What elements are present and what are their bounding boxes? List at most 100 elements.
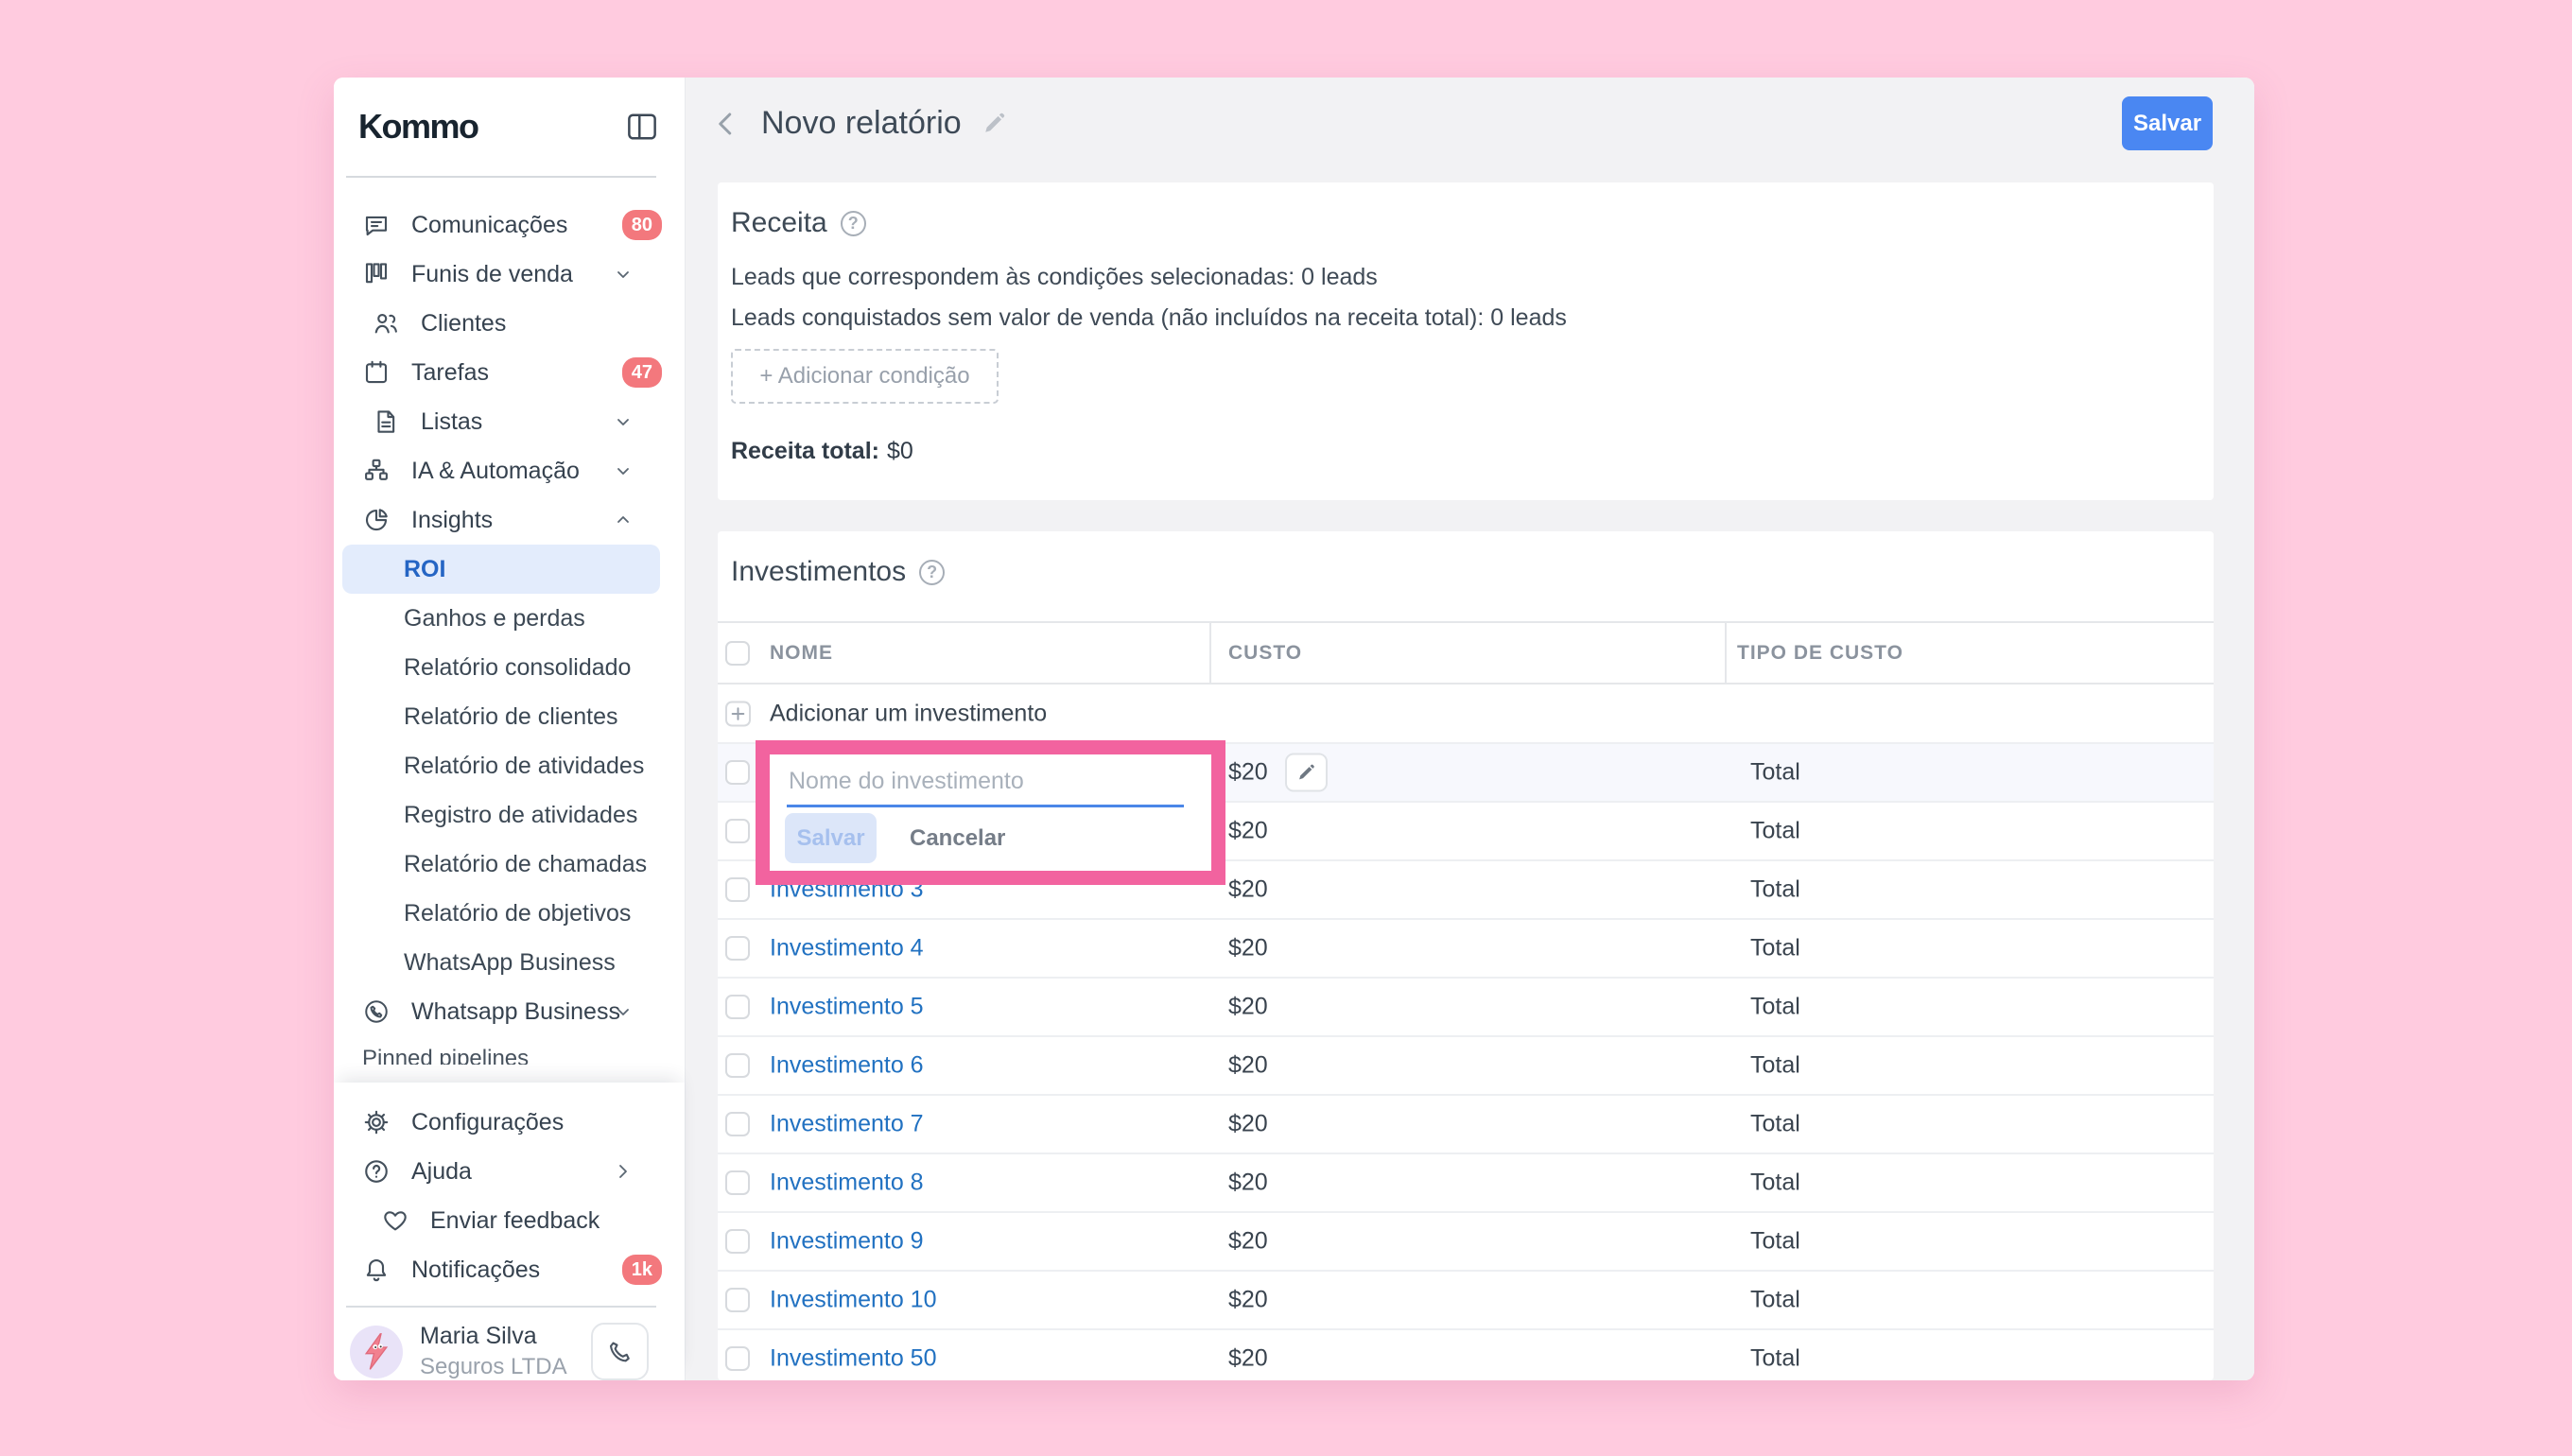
add-condition-button[interactable]: + Adicionar condição [731, 349, 999, 404]
sidebar-item-enviar-feedback[interactable]: Enviar feedback [334, 1196, 685, 1245]
sidebar-item-configuracoes[interactable]: Configurações [334, 1098, 685, 1147]
row-checkbox[interactable] [725, 877, 750, 902]
investment-name-link[interactable]: Investimento 4 [770, 935, 924, 962]
table-row: Investimento 7 $20 Total [718, 1096, 2214, 1154]
edit-cost-pencil-icon[interactable] [1285, 754, 1328, 792]
sidebar-item-notificacoes[interactable]: Notificações 1k [334, 1245, 685, 1294]
row-checkbox[interactable] [725, 1346, 750, 1371]
add-investment-label: Adicionar um investimento [770, 700, 1047, 727]
chevron-right-icon [609, 1157, 637, 1186]
investment-cost-type: Total [1750, 1287, 1800, 1314]
investimentos-section: Investimentos ? NOME CUSTO TIPO DE CUSTO… [718, 531, 2214, 1380]
sidebar-item-label: Comunicações [411, 212, 567, 239]
app-window: Kommo Comunicações 80 [334, 78, 2254, 1380]
insights-submenu: ROI Ganhos e perdas Relatório consolidad… [334, 545, 685, 987]
tasks-badge: 47 [622, 357, 662, 388]
edit-title-pencil-icon[interactable] [981, 111, 1007, 137]
column-header-tipo-de-custo: TIPO DE CUSTO [1737, 642, 1903, 665]
sidebar-item-funis-de-venda[interactable]: Funis de venda [334, 250, 685, 299]
sidebar-subitem-relatorio-consolidado[interactable]: Relatório consolidado [334, 643, 685, 692]
users-icon [372, 309, 400, 338]
investment-cost: $20 [1228, 818, 1268, 845]
row-checkbox[interactable] [725, 1288, 750, 1312]
sidebar-subitem-whatsapp-business[interactable]: WhatsApp Business [334, 938, 685, 987]
row-checkbox[interactable] [725, 1112, 750, 1136]
sidebar-item-label: Ajuda [411, 1158, 472, 1186]
row-checkbox[interactable] [725, 936, 750, 961]
sidebar-subitem-registro-de-atividades[interactable]: Registro de atividades [334, 790, 685, 840]
row-checkbox[interactable] [725, 1053, 750, 1078]
sidebar-item-listas[interactable]: Listas [334, 397, 685, 446]
investment-cost: $20 [1228, 1052, 1268, 1080]
receita-total-value: $0 [887, 438, 913, 464]
sidebar-item-comunicacoes[interactable]: Comunicações 80 [334, 200, 685, 250]
popup-cancel-button[interactable]: Cancelar [910, 813, 1005, 863]
investment-cost: $20 [1228, 935, 1268, 962]
annotation-highlight-box: Salvar Cancelar [756, 740, 1225, 885]
investment-name-link[interactable]: Investimento 50 [770, 1345, 937, 1373]
investment-name-input[interactable] [787, 762, 1184, 807]
investment-cost: $20 [1228, 759, 1268, 787]
investimentos-help-icon[interactable]: ? [919, 560, 945, 585]
investment-cost-type: Total [1750, 935, 1800, 962]
investment-name-link[interactable]: Investimento 9 [770, 1228, 924, 1256]
user-info: Maria Silva Seguros LTDA [420, 1323, 591, 1380]
chevron-down-icon [609, 407, 637, 436]
help-circle-icon [362, 1157, 391, 1186]
sidebar-subitem-relatorio-de-objetivos[interactable]: Relatório de objetivos [334, 889, 685, 938]
save-report-button[interactable]: Salvar [2122, 96, 2213, 150]
popup-save-button[interactable]: Salvar [785, 813, 877, 863]
sidebar-subitem-ganhos-e-perdas[interactable]: Ganhos e perdas [334, 594, 685, 643]
investment-cost-type: Total [1750, 1052, 1800, 1080]
investment-cost-type: Total [1750, 994, 1800, 1021]
back-icon[interactable] [714, 110, 739, 138]
receita-total-label: Receita total: [731, 438, 879, 464]
select-all-checkbox[interactable] [725, 641, 750, 666]
sidebar-item-label: Notificações [411, 1257, 540, 1284]
investment-name-link[interactable]: Investimento 8 [770, 1170, 924, 1197]
pie-chart-icon [362, 506, 391, 534]
investment-name-link[interactable]: Investimento 7 [770, 1111, 924, 1138]
investment-cost: $20 [1228, 1345, 1268, 1373]
chevron-down-icon [609, 457, 637, 485]
add-investment-row[interactable]: Adicionar um investimento [718, 685, 2214, 744]
investment-cost-type: Total [1750, 1111, 1800, 1138]
notifications-badge: 1k [622, 1255, 662, 1285]
sidebar-item-whatsapp-business[interactable]: Whatsapp Business [334, 987, 685, 1036]
investment-name-link[interactable]: Investimento 10 [770, 1287, 937, 1314]
sidebar-subitem-relatorio-de-atividades[interactable]: Relatório de atividades [334, 741, 685, 790]
phone-button[interactable] [591, 1323, 649, 1380]
page-title: Novo relatório [761, 105, 962, 142]
investment-name-link[interactable]: Investimento 6 [770, 1052, 924, 1080]
investment-name-link[interactable]: Investimento 5 [770, 994, 924, 1021]
row-checkbox[interactable] [725, 1229, 750, 1254]
table-row: Investimento 9 $20 Total [718, 1213, 2214, 1272]
column-header-custo: CUSTO [1228, 642, 1302, 665]
chat-icon [362, 211, 391, 239]
table-header: NOME CUSTO TIPO DE CUSTO [718, 621, 2214, 685]
user-profile[interactable]: Maria Silva Seguros LTDA [334, 1308, 685, 1380]
sidebar-item-ia-automacao[interactable]: IA & Automação [334, 446, 685, 495]
row-checkbox[interactable] [725, 1170, 750, 1195]
row-checkbox[interactable] [725, 819, 750, 843]
receita-total: Receita total: $0 [731, 438, 913, 465]
collapse-sidebar-icon[interactable] [626, 113, 658, 141]
investment-cost: $20 [1228, 1287, 1268, 1314]
receita-title: Receita [731, 207, 827, 239]
sidebar-subitem-relatorio-de-clientes[interactable]: Relatório de clientes [334, 692, 685, 741]
sidebar-subitem-relatorio-de-chamadas[interactable]: Relatório de chamadas [334, 840, 685, 889]
sidebar-item-ajuda[interactable]: Ajuda [334, 1147, 685, 1196]
avatar [350, 1326, 403, 1378]
column-divider [1209, 623, 1211, 683]
sidebar-item-clientes[interactable]: Clientes [334, 299, 685, 348]
row-checkbox[interactable] [725, 995, 750, 1019]
column-header-nome: NOME [770, 642, 833, 665]
whatsapp-icon [362, 997, 391, 1026]
sidebar-item-insights[interactable]: Insights [334, 495, 685, 545]
investment-cost-type: Total [1750, 759, 1800, 787]
receita-help-icon[interactable]: ? [841, 211, 866, 236]
row-checkbox[interactable] [725, 760, 750, 785]
sidebar-item-tarefas[interactable]: Tarefas 47 [334, 348, 685, 397]
kommo-logo: Kommo [358, 107, 478, 147]
sidebar-subitem-roi[interactable]: ROI [342, 545, 660, 594]
